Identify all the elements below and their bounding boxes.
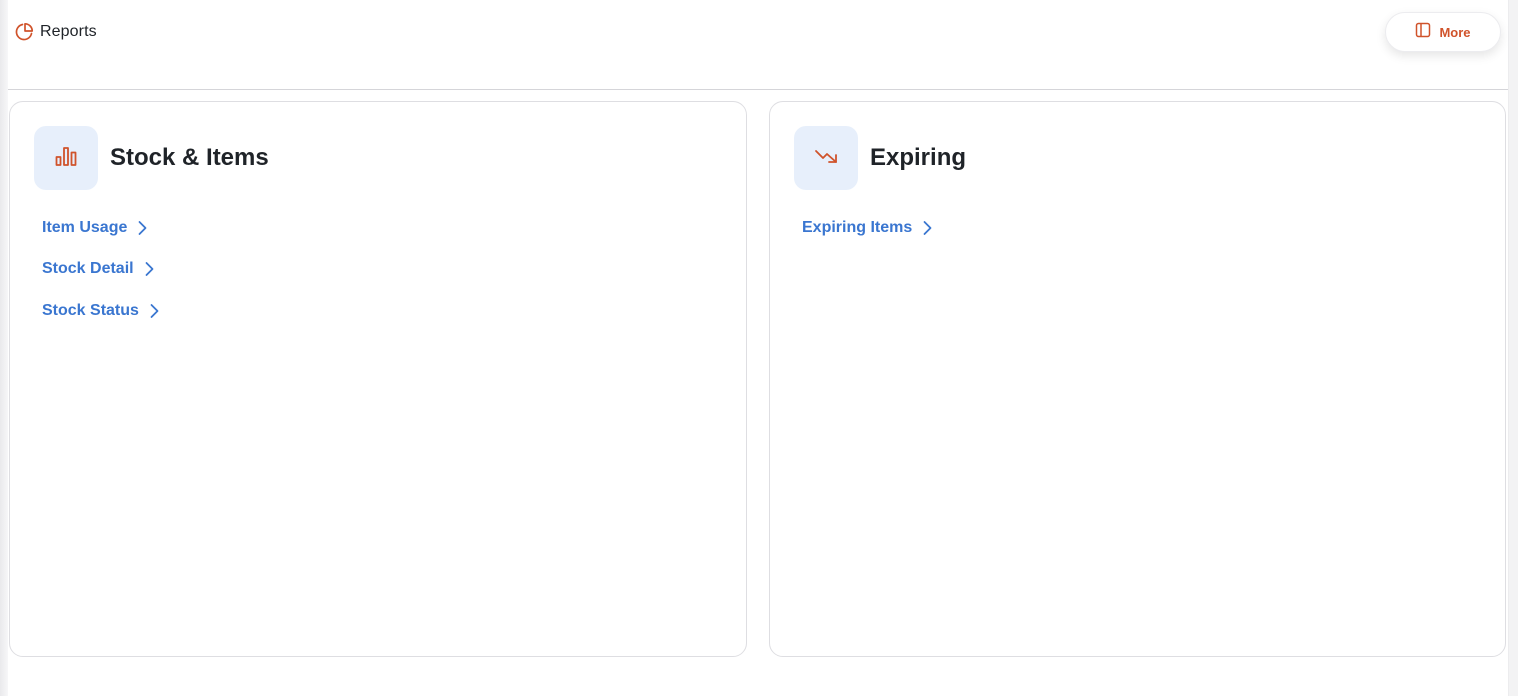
chevron-right-icon	[137, 220, 147, 236]
card-title: Stock & Items	[110, 144, 269, 171]
card-title: Expiring	[870, 144, 967, 171]
chevron-right-icon	[144, 261, 154, 277]
reports-heading: Reports	[14, 21, 97, 43]
chevron-right-icon	[922, 220, 932, 236]
bar-chart-icon	[54, 144, 78, 173]
stock-items-card: Stock & Items Item Usage Stock Detail St…	[9, 101, 747, 657]
card-header: Expiring	[794, 126, 966, 190]
trending-down-icon	[814, 144, 838, 173]
panel-icon	[1415, 22, 1431, 43]
stock-status-link[interactable]: Stock Status	[42, 290, 159, 332]
link-label: Stock Detail	[42, 260, 134, 278]
chevron-right-icon	[149, 303, 159, 319]
more-button-label: More	[1439, 24, 1471, 40]
scrollbar-track[interactable]	[1508, 0, 1518, 696]
item-usage-link[interactable]: Item Usage	[42, 207, 159, 249]
card-icon-tile	[794, 126, 858, 190]
expiring-items-link[interactable]: Expiring Items	[802, 207, 932, 249]
page-header: Reports More	[8, 0, 1508, 90]
report-link-list: Expiring Items	[802, 207, 932, 249]
window-left-edge	[0, 0, 8, 696]
card-header: Stock & Items	[34, 126, 269, 190]
link-label: Expiring Items	[802, 218, 913, 236]
expiring-card: Expiring Expiring Items	[769, 101, 1506, 657]
link-label: Item Usage	[42, 218, 128, 236]
report-link-list: Item Usage Stock Detail Stock Status	[42, 207, 159, 332]
link-label: Stock Status	[42, 301, 139, 319]
page-title: Reports	[40, 23, 97, 40]
pie-chart-icon	[14, 22, 34, 42]
stock-detail-link[interactable]: Stock Detail	[42, 249, 159, 291]
card-icon-tile	[34, 126, 98, 190]
more-button[interactable]: More	[1385, 12, 1501, 52]
